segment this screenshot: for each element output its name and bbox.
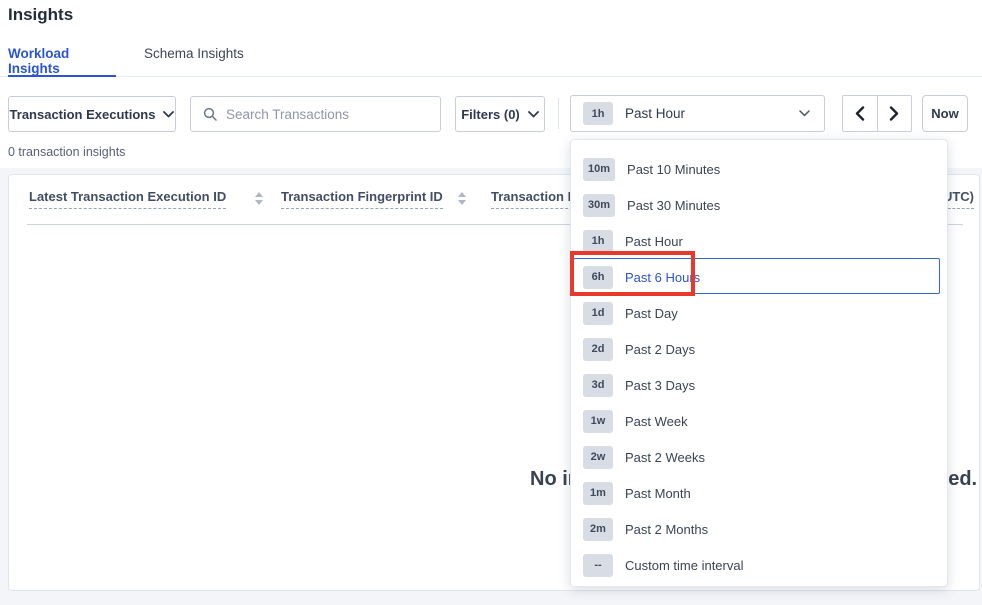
insights-count: 0 transaction insights — [8, 145, 125, 159]
workload-type-select[interactable]: Transaction Executions — [8, 96, 176, 132]
dropdown-item-past-10-minutes[interactable]: 10m Past 10 Minutes — [571, 151, 947, 187]
interval-label: Past Hour — [625, 234, 683, 249]
dropdown-item-custom-time-interval[interactable]: -- Custom time interval — [571, 547, 947, 583]
time-interval-dropdown-menu: 10m Past 10 Minutes 30m Past 30 Minutes … — [570, 139, 948, 587]
sort-icon[interactable] — [255, 192, 263, 205]
interval-label: Past 2 Days — [625, 342, 695, 357]
toolbar-divider — [558, 98, 559, 129]
interval-badge: 2w — [583, 446, 613, 469]
now-label: Now — [931, 106, 958, 121]
workload-type-label: Transaction Executions — [10, 107, 156, 122]
dropdown-item-past-6-hours[interactable]: 6h Past 6 Hours — [571, 259, 947, 295]
chevron-down-icon — [799, 110, 810, 117]
dropdown-item-past-2-days[interactable]: 2d Past 2 Days — [571, 331, 947, 367]
interval-badge: 6h — [583, 266, 613, 289]
interval-badge: 10m — [583, 158, 615, 181]
interval-label: Past Month — [625, 486, 691, 501]
interval-badge: 1m — [583, 482, 613, 505]
dropdown-item-past-3-days[interactable]: 3d Past 3 Days — [571, 367, 947, 403]
chevron-down-icon — [163, 111, 174, 118]
interval-label: Custom time interval — [625, 558, 743, 573]
interval-label: Past 6 Hours — [625, 270, 700, 285]
interval-label: Past 30 Minutes — [627, 198, 720, 213]
interval-label: Past 2 Weeks — [625, 450, 705, 465]
page-title: Insights — [8, 5, 73, 25]
interval-badge: -- — [583, 554, 613, 577]
interval-badge: 3d — [583, 374, 613, 397]
next-interval-button[interactable] — [878, 96, 912, 131]
dropdown-item-past-hour[interactable]: 1h Past Hour — [571, 223, 947, 259]
interval-badge: 2m — [583, 518, 613, 541]
time-window-pager — [842, 95, 912, 132]
now-button[interactable]: Now — [922, 95, 968, 132]
column-header-latest-transaction-execution-id[interactable]: Latest Transaction Execution ID — [29, 189, 226, 209]
interval-badge: 1d — [583, 302, 613, 325]
sort-icon[interactable] — [458, 192, 466, 205]
search-icon — [203, 107, 217, 121]
interval-label: Past 3 Days — [625, 378, 695, 393]
dropdown-item-past-30-minutes[interactable]: 30m Past 30 Minutes — [571, 187, 947, 223]
time-interval-select[interactable]: 1h Past Hour — [570, 95, 825, 132]
search-transactions-box[interactable] — [190, 96, 441, 132]
tab-workload-insights[interactable]: Workload Insights — [8, 46, 116, 77]
dropdown-item-past-2-weeks[interactable]: 2w Past 2 Weeks — [571, 439, 947, 475]
filters-button[interactable]: Filters (0) — [455, 96, 545, 132]
dropdown-item-past-month[interactable]: 1m Past Month — [571, 475, 947, 511]
dropdown-item-past-day[interactable]: 1d Past Day — [571, 295, 947, 331]
interval-label: Past 10 Minutes — [627, 162, 720, 177]
interval-label: Past Week — [625, 414, 688, 429]
dropdown-item-past-2-months[interactable]: 2m Past 2 Months — [571, 511, 947, 547]
time-interval-label: Past Hour — [625, 106, 799, 121]
interval-badge: 1w — [583, 410, 613, 433]
previous-interval-button[interactable] — [843, 96, 878, 131]
search-transactions-input[interactable] — [226, 107, 428, 122]
time-interval-badge: 1h — [583, 102, 613, 125]
chevron-right-icon — [889, 106, 899, 121]
chevron-down-icon — [528, 111, 539, 118]
interval-label: Past Day — [625, 306, 678, 321]
interval-badge: 30m — [583, 194, 615, 217]
chevron-left-icon — [855, 106, 865, 121]
interval-badge: 1h — [583, 230, 613, 253]
interval-label: Past 2 Months — [625, 522, 708, 537]
interval-badge: 2d — [583, 338, 613, 361]
dropdown-item-past-week[interactable]: 1w Past Week — [571, 403, 947, 439]
tab-schema-insights[interactable]: Schema Insights — [144, 46, 244, 77]
filters-label: Filters (0) — [461, 107, 520, 122]
column-header-transaction-fingerprint-id[interactable]: Transaction Fingerprint ID — [281, 189, 443, 209]
insights-page: Insights Workload Insights Schema Insigh… — [0, 0, 982, 605]
